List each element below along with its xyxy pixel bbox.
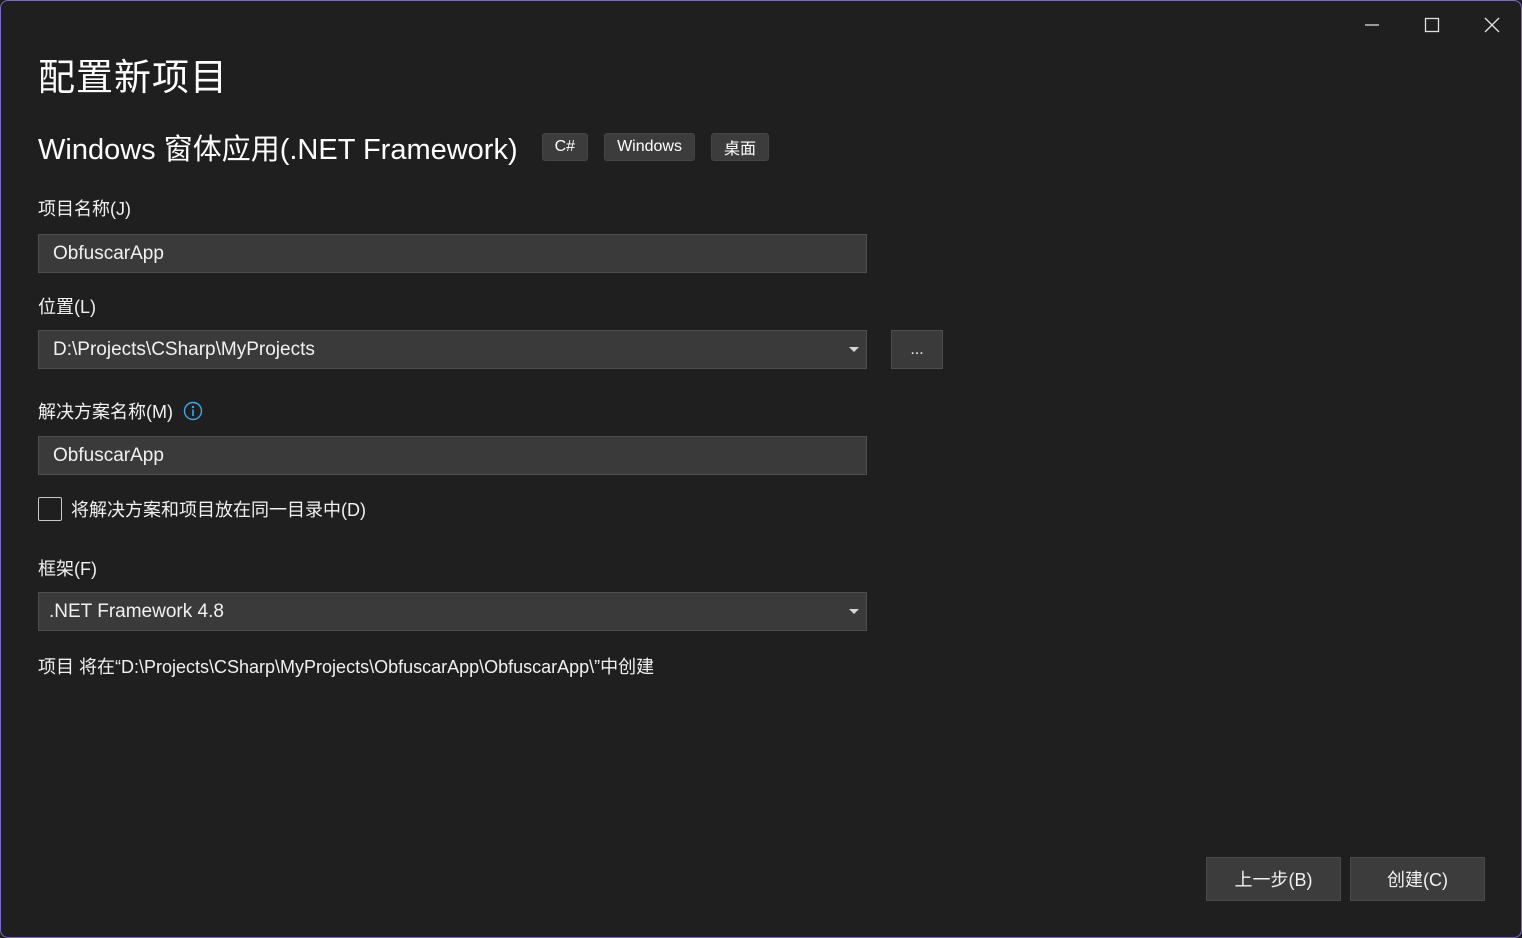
- location-combobox[interactable]: D:\Projects\CSharp\MyProjects: [38, 330, 867, 369]
- project-name-input[interactable]: ObfuscarApp: [38, 234, 867, 273]
- tag-platform: Windows: [604, 133, 695, 161]
- create-button[interactable]: 创建(C): [1350, 857, 1485, 901]
- location-value: D:\Projects\CSharp\MyProjects: [53, 338, 315, 360]
- close-icon: [1484, 17, 1500, 33]
- chevron-down-icon[interactable]: [848, 345, 860, 355]
- tag-project-type: 桌面: [710, 133, 769, 161]
- solution-name-input[interactable]: ObfuscarApp: [38, 436, 867, 475]
- same-directory-checkbox[interactable]: [38, 497, 62, 521]
- solution-name-label-row: 解决方案名称(M): [38, 398, 203, 424]
- project-path-note: 项目 将在“D:\Projects\CSharp\MyProjects\Obfu…: [38, 657, 655, 677]
- tag-language: C#: [541, 133, 589, 161]
- location-label: 位置(L): [38, 297, 96, 317]
- configure-project-window: 配置新项目 Windows 窗体应用(.NET Framework) C# Wi…: [0, 0, 1522, 938]
- project-name-label: 项目名称(J): [38, 199, 131, 219]
- maximize-icon: [1424, 17, 1440, 33]
- framework-value: .NET Framework 4.8: [49, 600, 224, 622]
- same-directory-label: 将解决方案和项目放在同一目录中(D): [71, 500, 366, 520]
- framework-label: 框架(F): [38, 559, 97, 579]
- framework-combobox[interactable]: .NET Framework 4.8: [38, 592, 867, 631]
- template-header: Windows 窗体应用(.NET Framework) C# Windows …: [38, 125, 785, 169]
- template-name: Windows 窗体应用(.NET Framework): [38, 134, 518, 166]
- page-title: 配置新项目: [38, 57, 228, 98]
- minimize-button[interactable]: [1343, 5, 1401, 45]
- minimize-icon: [1365, 24, 1379, 26]
- back-button[interactable]: 上一步(B): [1206, 857, 1341, 901]
- chevron-down-icon[interactable]: [848, 607, 860, 617]
- info-icon[interactable]: [183, 401, 203, 421]
- close-button[interactable]: [1463, 5, 1521, 45]
- same-directory-option[interactable]: 将解决方案和项目放在同一目录中(D): [38, 496, 366, 522]
- maximize-button[interactable]: [1403, 5, 1461, 45]
- solution-name-label: 解决方案名称(M): [38, 402, 173, 422]
- browse-button[interactable]: ...: [891, 330, 943, 369]
